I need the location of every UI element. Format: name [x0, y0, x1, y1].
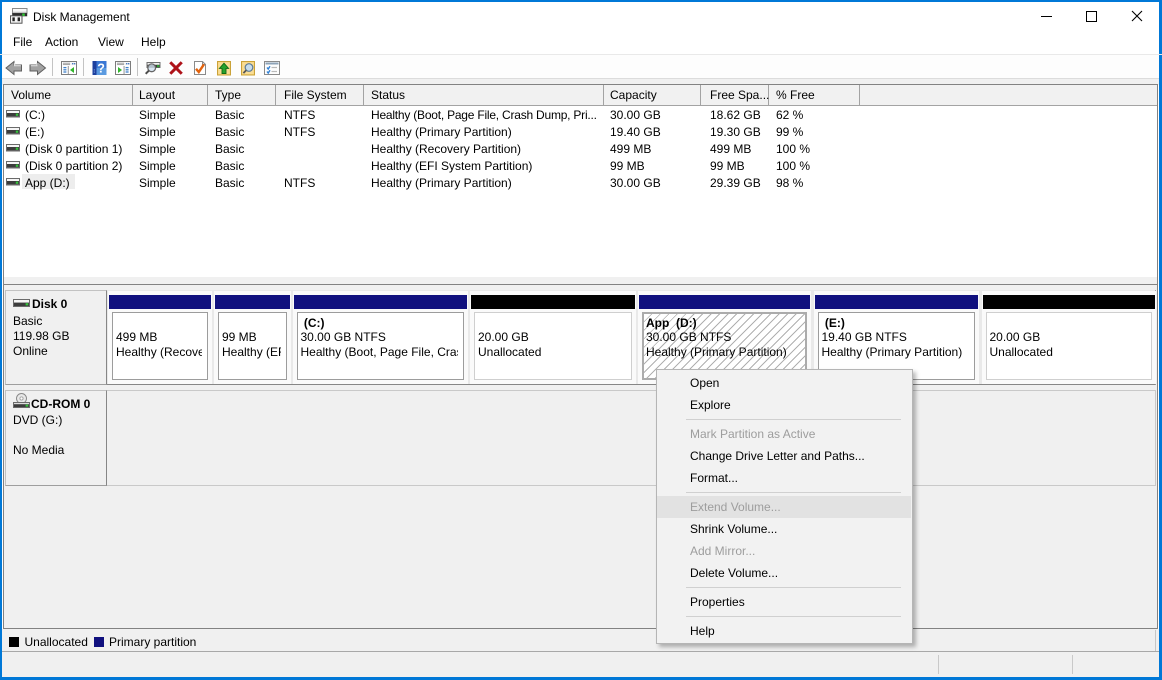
- svg-text:?: ?: [97, 62, 105, 76]
